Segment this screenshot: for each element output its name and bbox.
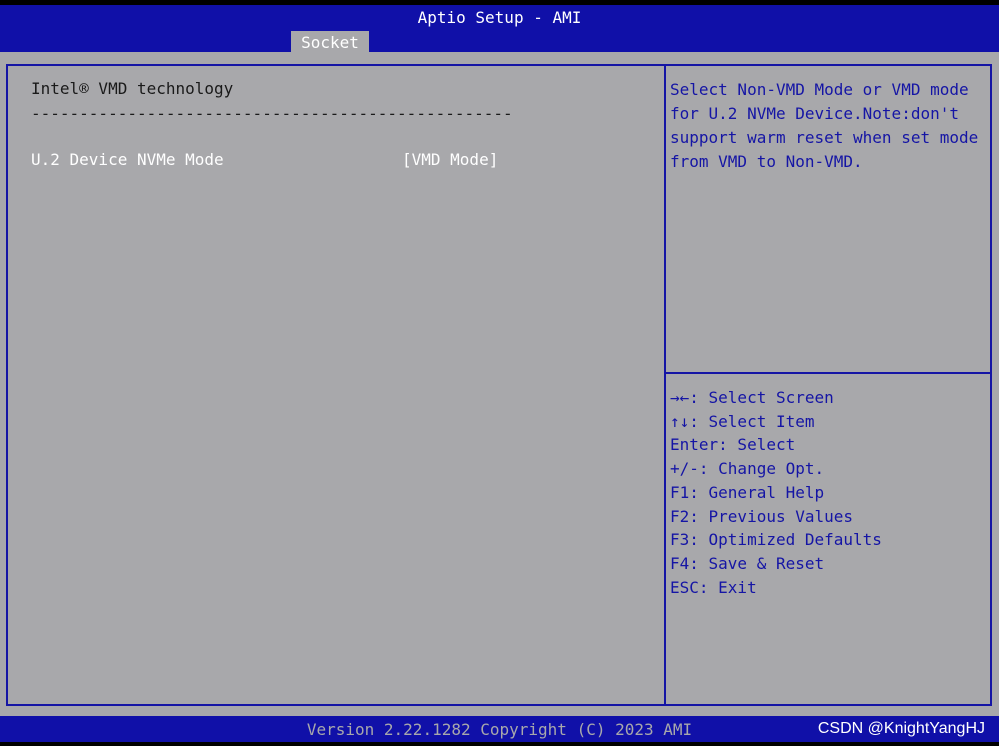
bios-screen: Aptio Setup - AMI Socket Intel® VMD tech… <box>0 0 999 746</box>
header-bar: Aptio Setup - AMI Socket <box>0 5 999 55</box>
key-legend: →←: Select Screen ↑↓: Select Item Enter:… <box>670 386 882 599</box>
section-title: Intel® VMD technology <box>31 79 234 98</box>
panel-divider-vertical <box>664 64 666 706</box>
key-legend-item: F3: Optimized Defaults <box>670 530 882 550</box>
option-value[interactable]: [VMD Mode] <box>402 148 498 172</box>
app-title: Aptio Setup - AMI <box>417 8 582 27</box>
section-separator: ----------------------------------------… <box>31 104 513 123</box>
setup-body: Intel® VMD technology ------------------… <box>0 52 999 716</box>
key-legend-item: ESC: Exit <box>670 577 757 597</box>
footer-bar: Version 2.22.1282 Copyright (C) 2023 AMI… <box>0 716 999 742</box>
key-legend-item: →←: Select Screen <box>670 388 834 407</box>
key-legend-item: F2: Previous Values <box>670 506 854 526</box>
key-legend-item: +/-: Change Opt. <box>670 459 825 479</box>
key-legend-item: Enter: Select <box>670 435 796 455</box>
option-label[interactable]: U.2 Device NVMe Mode <box>31 148 224 172</box>
watermark: CSDN @KnightYangHJ <box>817 720 985 737</box>
key-legend-item: F1: General Help <box>670 482 825 502</box>
help-divider-horizontal <box>666 372 990 374</box>
key-legend-item: ↑↓: Select Item <box>670 411 815 431</box>
help-description: Select Non-VMD Mode or VMD mode for U.2 … <box>670 80 979 171</box>
key-legend-item: F4: Save & Reset <box>670 553 825 573</box>
